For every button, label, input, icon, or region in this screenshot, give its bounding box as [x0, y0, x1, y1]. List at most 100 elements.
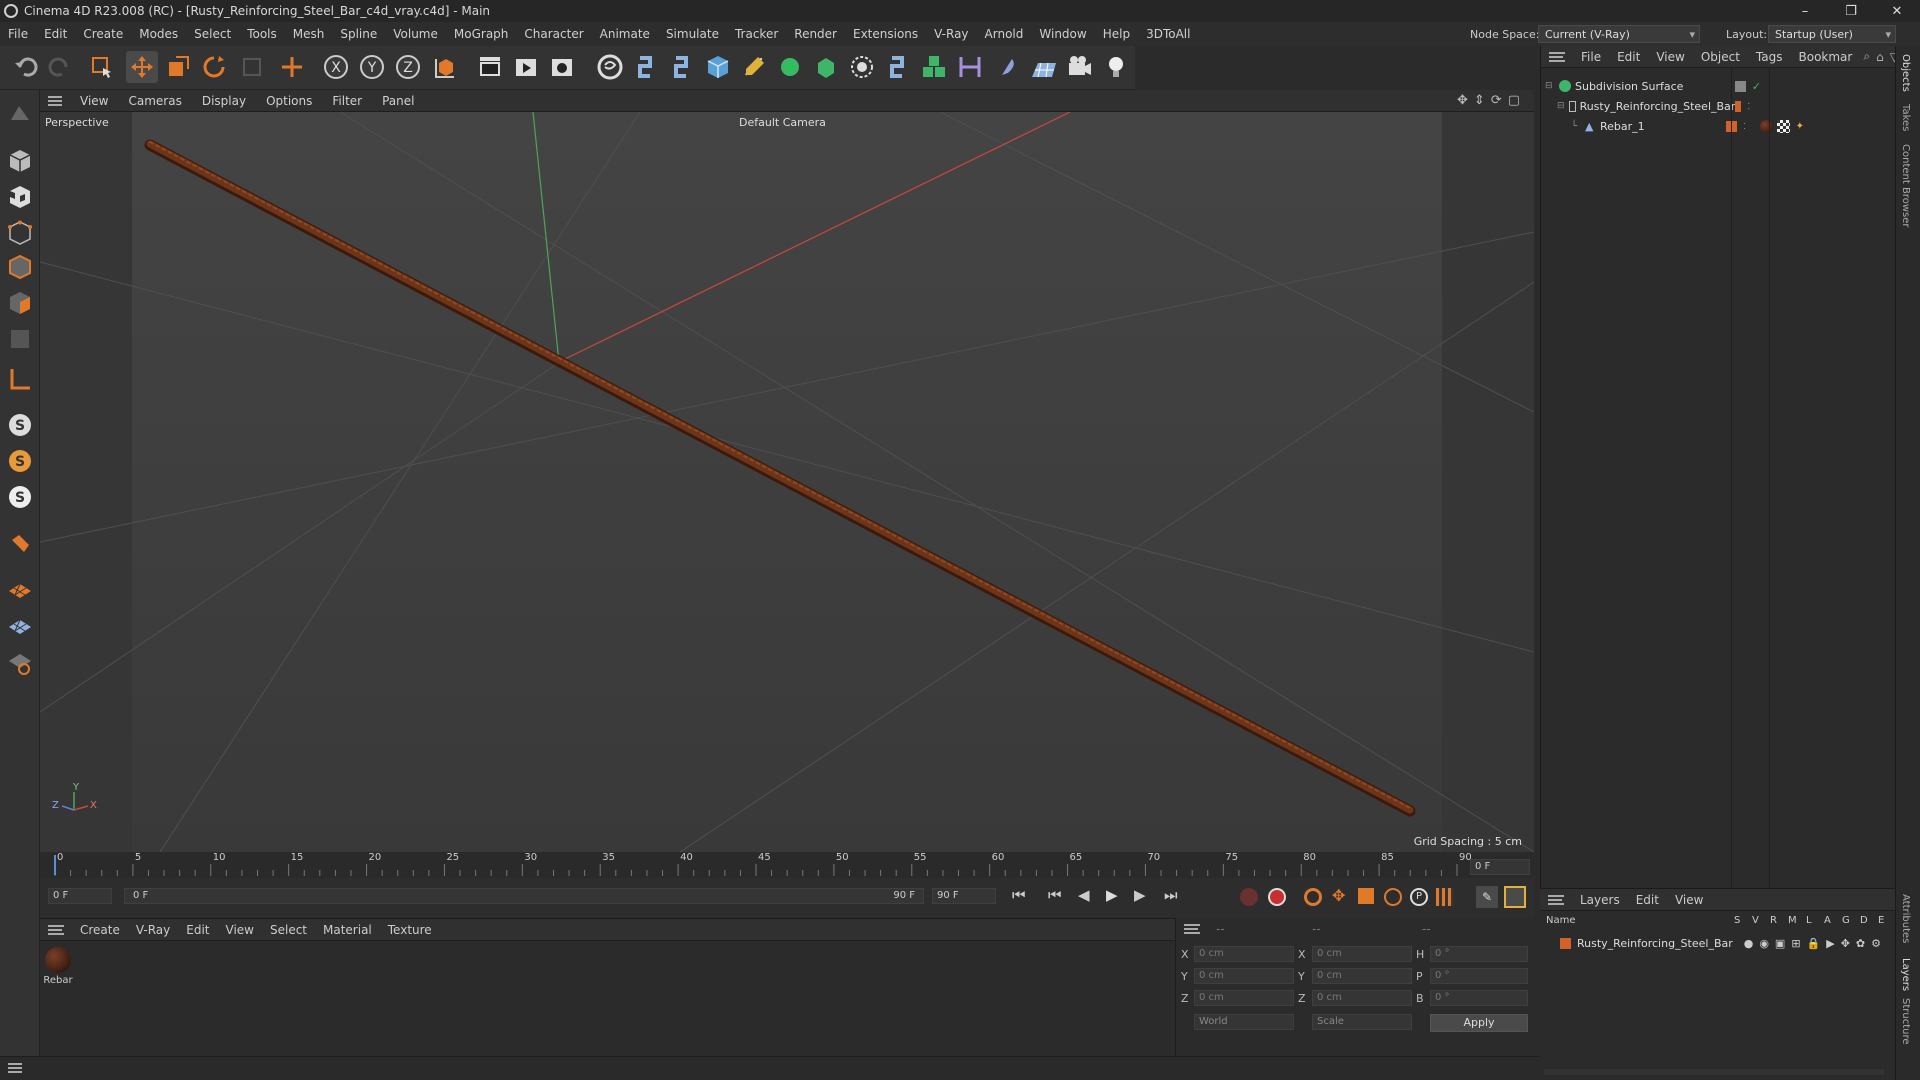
object-row-subdivision[interactable]: ⊟ Subdivision Surface ✓	[1541, 76, 1896, 96]
menu-animate[interactable]: Animate	[592, 27, 658, 41]
coord-size-y-field[interactable]: 0 cm	[1312, 968, 1412, 984]
material-menu-icon[interactable]	[48, 924, 64, 935]
x-axis-lock-button[interactable]: X	[320, 51, 352, 83]
layer-flag-icons[interactable]: ●◉▣⊞🔒▶✥✿⚙	[1744, 937, 1887, 950]
scale-tool-button[interactable]	[162, 51, 194, 83]
mograph-cubes-button[interactable]	[918, 51, 950, 83]
layer-menu-icon[interactable]	[1548, 894, 1564, 905]
tab-layers[interactable]: Layers	[1900, 958, 1911, 991]
object-menu-view[interactable]: View	[1648, 50, 1692, 64]
make-editable-button[interactable]	[4, 98, 36, 128]
tab-structure[interactable]: Structure	[1900, 998, 1911, 1045]
keyframe-selection-button[interactable]	[1304, 888, 1322, 906]
viewport-menu-view[interactable]: View	[70, 94, 118, 108]
playhead[interactable]	[54, 855, 56, 875]
menu-vray[interactable]: V-Ray	[926, 27, 976, 41]
home-icon[interactable]: ⌂	[1873, 50, 1887, 64]
key-pla-button[interactable]	[1436, 888, 1454, 906]
material-tag-icon[interactable]	[1759, 119, 1773, 133]
material-menu-select[interactable]: Select	[262, 923, 315, 937]
light-button[interactable]	[1100, 51, 1132, 83]
motion-path-button[interactable]: ✎	[1476, 886, 1498, 908]
visibility-dots-icon[interactable]: ⁚	[1743, 122, 1746, 131]
3d-viewport[interactable]: Y X Z Perspective Default Camera Grid Sp…	[40, 112, 1534, 852]
object-row-rusty-bar[interactable]: ⊟ Rusty_Reinforcing_Steel_Bar ⁚	[1541, 96, 1896, 116]
vray-tag-icon[interactable]: ✦	[1796, 121, 1804, 132]
menu-volume[interactable]: Volume	[385, 27, 446, 41]
material-menu-texture[interactable]: Texture	[380, 923, 440, 937]
go-to-start-button[interactable]: ⏮	[1012, 886, 1026, 904]
symmetry-button[interactable]: S	[4, 482, 36, 512]
material-menu-vray[interactable]: V-Ray	[128, 923, 178, 937]
coord-space-dropdown[interactable]: World	[1194, 1014, 1294, 1030]
floor-button[interactable]	[1028, 51, 1060, 83]
menu-modes[interactable]: Modes	[131, 27, 186, 41]
key-scale-button[interactable]	[1358, 888, 1374, 904]
menu-help[interactable]: Help	[1095, 27, 1138, 41]
vray-logo-button[interactable]	[594, 51, 626, 83]
tab-objects[interactable]: Objects	[1900, 54, 1911, 92]
menu-file[interactable]: File	[0, 27, 36, 41]
viewport-nav-icons[interactable]: ✥⇕⟳▢	[1457, 93, 1526, 108]
viewport-menu-display[interactable]: Display	[192, 94, 256, 108]
end-frame-field[interactable]: 90 F	[932, 888, 996, 904]
subdivision-button[interactable]	[774, 51, 806, 83]
python-script-button-2[interactable]	[666, 51, 698, 83]
start-frame-field[interactable]: 0 F	[48, 888, 112, 904]
coord-size-x-field[interactable]: 0 cm	[1312, 946, 1412, 962]
pen-spline-button[interactable]	[738, 51, 770, 83]
uv-mode-button[interactable]	[4, 324, 36, 354]
coord-size-z-field[interactable]: 0 cm	[1312, 990, 1412, 1006]
go-to-end-button[interactable]: ⏭	[1164, 886, 1178, 904]
edges-mode-button[interactable]	[4, 252, 36, 282]
object-menu-edit[interactable]: Edit	[1609, 50, 1648, 64]
coords-menu-icon[interactable]	[1184, 924, 1200, 934]
layer-color-swatch[interactable]	[1735, 100, 1742, 112]
layer-color-swatch[interactable]	[1734, 80, 1746, 92]
workplane-button[interactable]	[4, 364, 36, 394]
field-button[interactable]	[992, 51, 1024, 83]
snap-button[interactable]: S	[4, 410, 36, 440]
python-script-button-3[interactable]	[882, 51, 914, 83]
coord-rot-b-field[interactable]: 0 °	[1430, 990, 1528, 1006]
cube-primitive-button[interactable]	[702, 51, 734, 83]
close-button[interactable]: ✕	[1874, 0, 1920, 22]
layer-scrollbar[interactable]	[1544, 1069, 1884, 1075]
menu-select[interactable]: Select	[186, 27, 239, 41]
tab-takes[interactable]: Takes	[1900, 104, 1911, 131]
object-menu-file[interactable]: File	[1573, 50, 1609, 64]
tab-attributes[interactable]: Attributes	[1900, 894, 1911, 943]
z-axis-lock-button[interactable]: Z	[392, 51, 424, 83]
timeline-window-button[interactable]	[1504, 886, 1526, 908]
create-null-button[interactable]	[276, 51, 308, 83]
object-row-rebar[interactable]: └ ▲ Rebar_1 ⁚ ✦	[1541, 116, 1896, 136]
expand-icon[interactable]: ⊟	[1545, 81, 1555, 91]
menu-mograph[interactable]: MoGraph	[446, 27, 517, 41]
layout-dropdown[interactable]: Startup (User)	[1768, 25, 1896, 43]
recent-tool-button[interactable]	[236, 51, 268, 83]
menu-mesh[interactable]: Mesh	[285, 27, 333, 41]
menu-3dtoall[interactable]: 3DToAll	[1138, 27, 1198, 41]
coord-rot-p-field[interactable]: 0 °	[1430, 968, 1528, 984]
menu-extensions[interactable]: Extensions	[845, 27, 926, 41]
model-mode-button[interactable]	[4, 146, 36, 176]
object-menu-tags[interactable]: Tags	[1748, 50, 1791, 64]
material-menu-view[interactable]: View	[218, 923, 262, 937]
object-menu-bookmarks[interactable]: Bookmar	[1791, 50, 1861, 64]
render-view-button[interactable]	[474, 51, 506, 83]
redo-button[interactable]	[44, 51, 76, 83]
previous-frame-button[interactable]: ◀	[1078, 886, 1090, 904]
status-menu-icon[interactable]	[8, 1063, 22, 1073]
coord-rot-h-field[interactable]: 0 °	[1430, 946, 1528, 962]
grid-plane-button[interactable]	[4, 576, 36, 606]
menu-simulate[interactable]: Simulate	[658, 27, 727, 41]
timeline-ruler[interactable]: 0 5 10 15 20 25 30 35 40 45 50 55 60 65 70 75 80 85 90 0 F	[40, 852, 1534, 878]
material-menu-material[interactable]: Material	[315, 923, 380, 937]
layer-row[interactable]: Rusty_Reinforcing_Steel_Bar ●◉▣⊞🔒▶✥✿⚙	[1540, 933, 1895, 953]
layer-menu-layers[interactable]: Layers	[1572, 893, 1628, 907]
viewport-menu-cameras[interactable]: Cameras	[118, 94, 191, 108]
layer-menu-edit[interactable]: Edit	[1628, 893, 1667, 907]
points-mode-button[interactable]	[4, 218, 36, 248]
y-axis-lock-button[interactable]: Y	[356, 51, 388, 83]
extrude-button[interactable]	[810, 51, 842, 83]
